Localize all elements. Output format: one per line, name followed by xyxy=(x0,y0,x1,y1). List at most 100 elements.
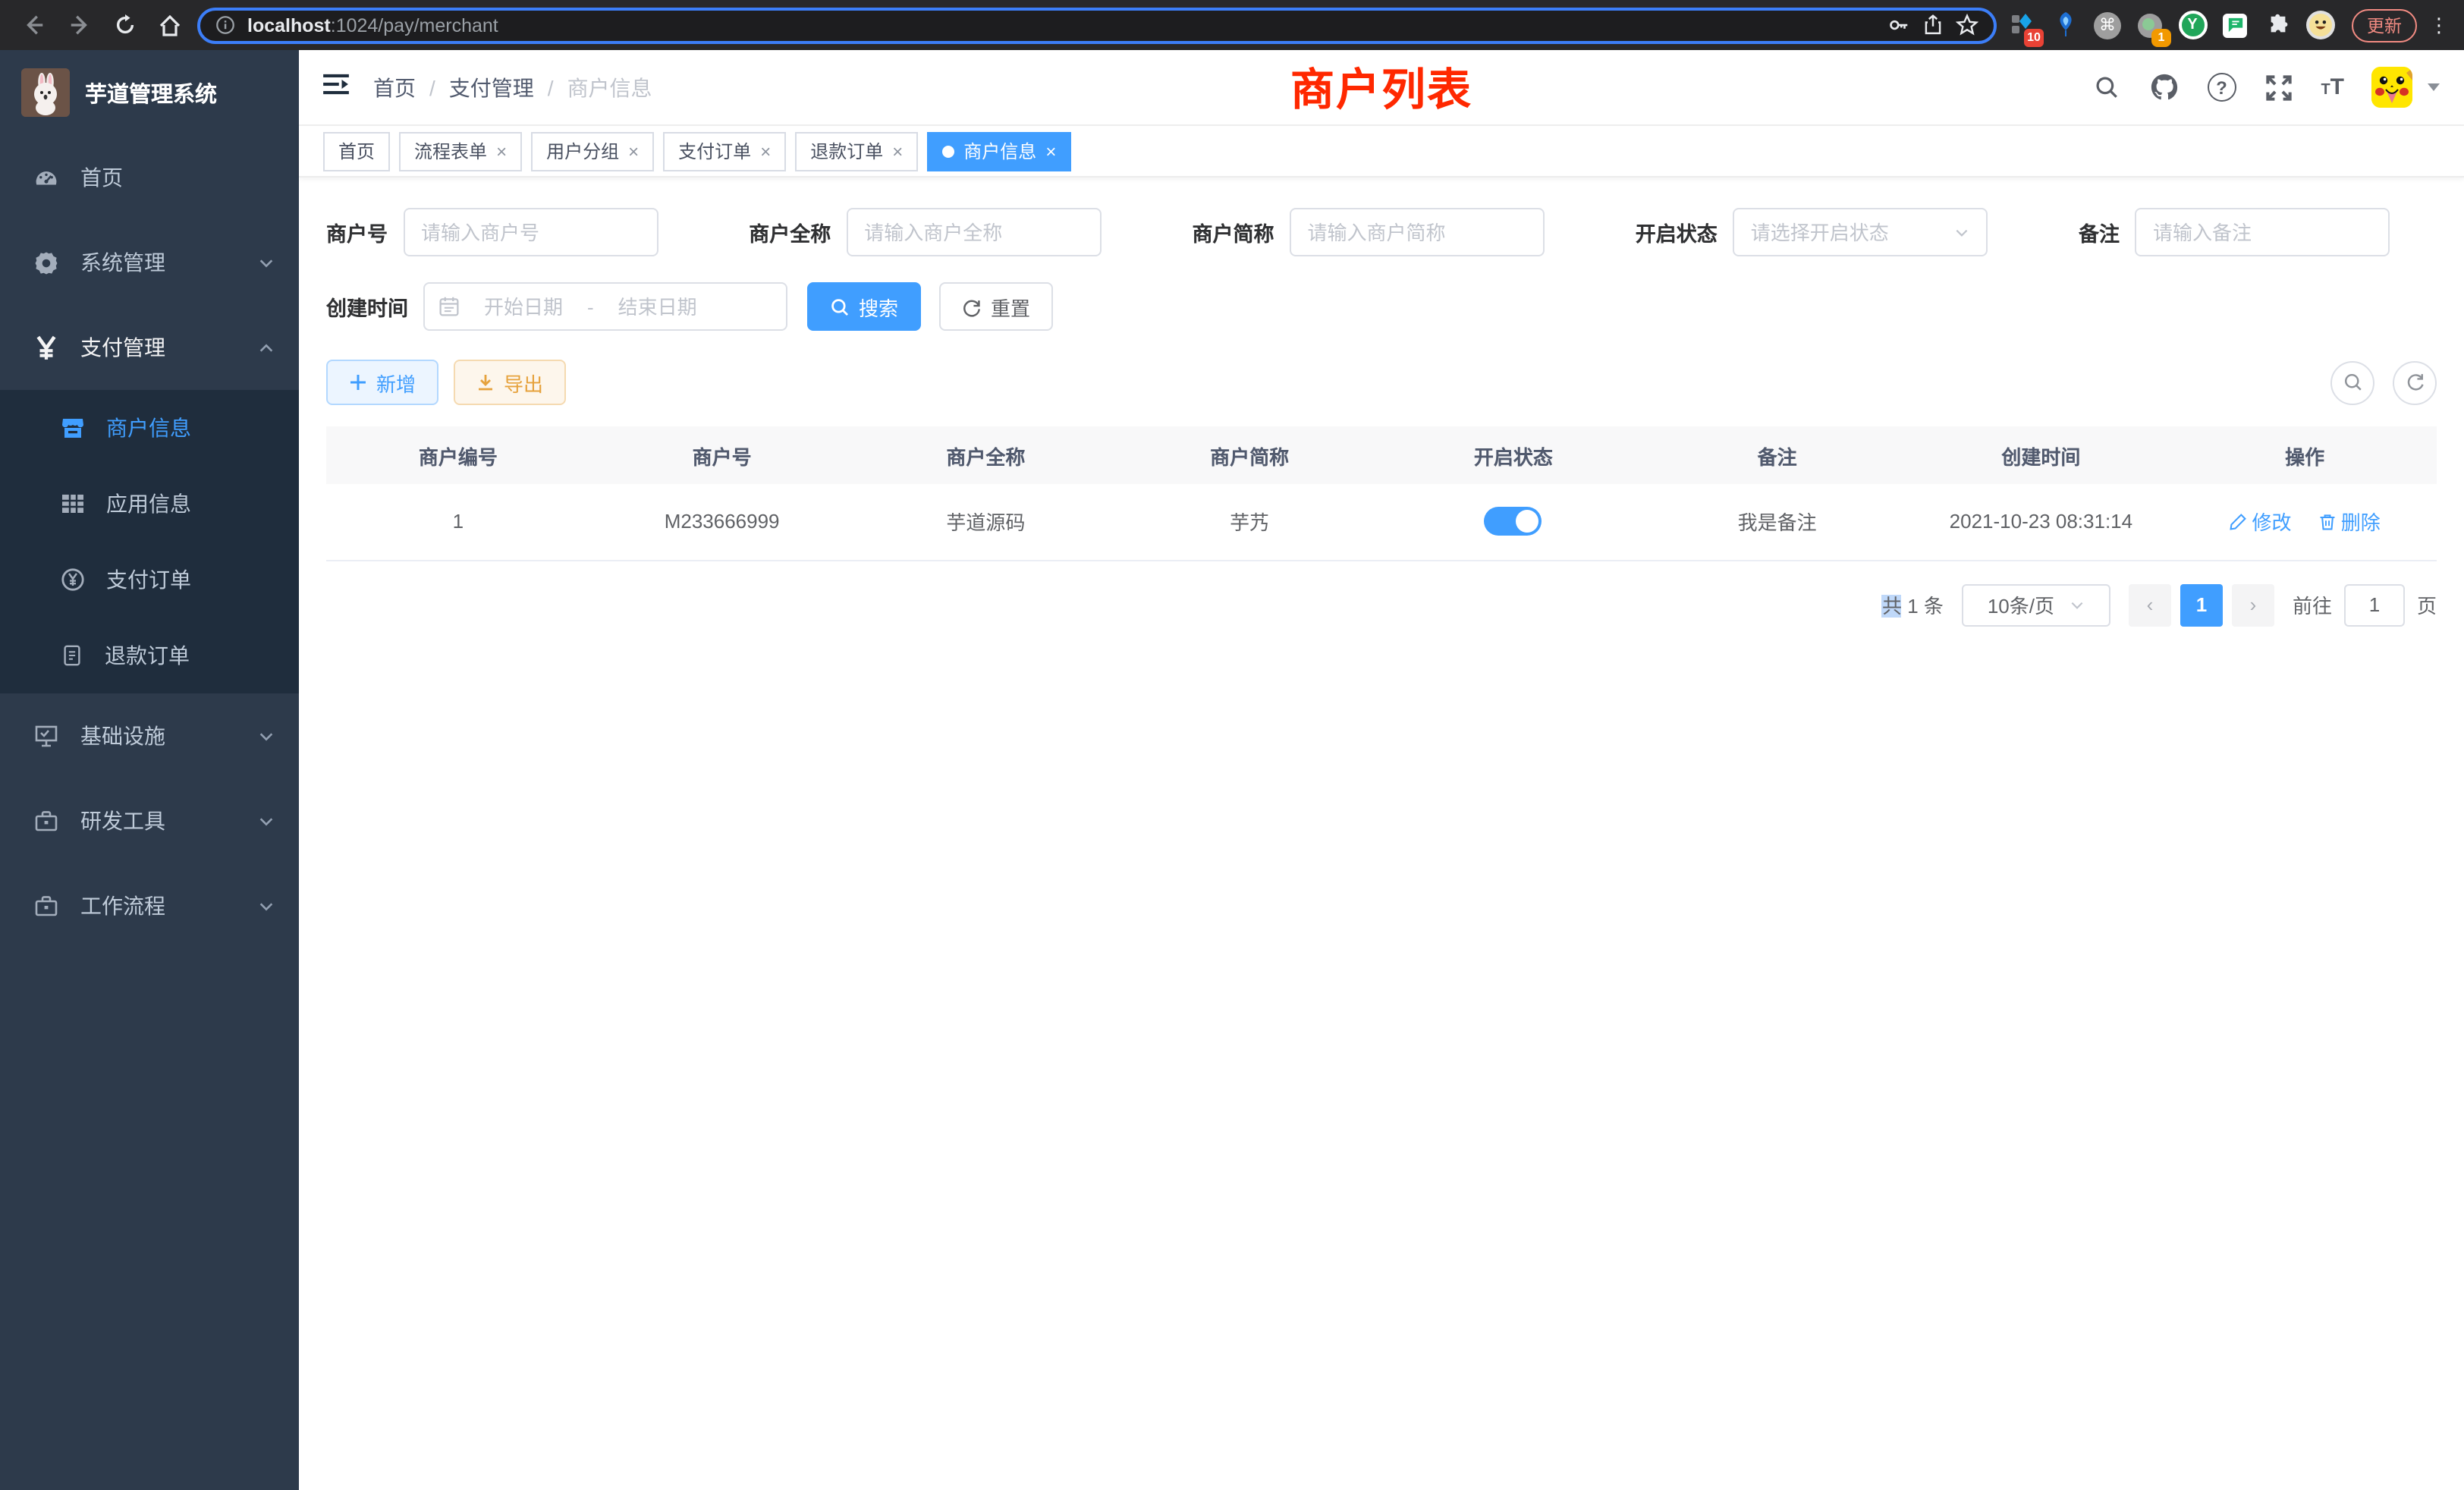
prev-page-button[interactable]: ‹ xyxy=(2129,583,2171,626)
merchant-no-input[interactable] xyxy=(421,221,640,244)
bookmark-star-icon[interactable] xyxy=(1956,14,1978,36)
tab-pay-order[interactable]: 支付订单× xyxy=(663,131,786,171)
merchant-no-label: 商户号 xyxy=(326,217,388,247)
close-icon[interactable]: × xyxy=(892,140,903,162)
short-name-label: 商户简称 xyxy=(1193,217,1274,247)
back-icon[interactable] xyxy=(15,7,52,43)
extension-kite-icon[interactable] xyxy=(2048,8,2082,42)
full-name-label: 商户全称 xyxy=(749,217,831,247)
breadcrumb: 首页 / 支付管理 / 商户信息 xyxy=(373,72,652,102)
site-info-icon[interactable] xyxy=(215,15,235,35)
close-icon[interactable]: × xyxy=(628,140,639,162)
tab-merchant-info[interactable]: 商户信息× xyxy=(927,131,1071,171)
tab-home[interactable]: 首页 xyxy=(323,131,390,171)
tab-refund-order[interactable]: 退款订单× xyxy=(795,131,918,171)
next-page-button[interactable]: › xyxy=(2232,583,2274,626)
sidebar-item-label: 应用信息 xyxy=(106,489,275,519)
short-name-input[interactable] xyxy=(1308,221,1526,244)
status-label: 开启状态 xyxy=(1636,217,1718,247)
close-icon[interactable]: × xyxy=(760,140,771,162)
merchant-page: 商户号 商户全称 商户简称 开启状态 xyxy=(299,178,2464,1490)
search-button[interactable]: 搜索 xyxy=(807,282,921,331)
app-logo[interactable]: 芋道管理系统 xyxy=(0,50,299,135)
chrome-update-button[interactable]: 更新 xyxy=(2352,8,2417,42)
yen-circle-icon xyxy=(61,567,85,592)
export-button[interactable]: 导出 xyxy=(454,360,566,405)
toggle-search-button[interactable] xyxy=(2330,360,2374,404)
extension-badge: 1 xyxy=(2151,28,2171,46)
full-name-input[interactable] xyxy=(864,221,1083,244)
grid-icon xyxy=(61,492,85,516)
pagination-total: 共 1 条 xyxy=(1882,590,1944,619)
browser-toolbar: localhost:1024/pay/merchant 10 ⌘ 1 xyxy=(0,0,2464,50)
reset-button[interactable]: 重置 xyxy=(939,282,1053,331)
forward-icon[interactable] xyxy=(61,7,97,43)
sidebar-item-system[interactable]: 系统管理 xyxy=(0,220,299,305)
sidebar-item-refund-order[interactable]: 退款订单 xyxy=(0,618,299,693)
extension-y-icon[interactable]: Y xyxy=(2176,8,2209,42)
remark-input[interactable] xyxy=(2153,221,2371,244)
page-1-button[interactable]: 1 xyxy=(2180,583,2223,626)
sidebar-item-merchant-info[interactable]: 商户信息 xyxy=(0,390,299,466)
avatar-caret-icon[interactable] xyxy=(2428,83,2440,91)
end-date-input[interactable] xyxy=(600,295,715,318)
chevron-down-icon xyxy=(258,254,275,271)
cell-merchant-id: 1 xyxy=(326,484,590,560)
chevron-down-icon xyxy=(258,897,275,914)
sidebar-item-home[interactable]: 首页 xyxy=(0,135,299,220)
goto-page-input[interactable] xyxy=(2344,583,2405,626)
home-icon[interactable] xyxy=(152,7,188,43)
tab-user-group[interactable]: 用户分组× xyxy=(531,131,654,171)
gear-icon xyxy=(33,250,59,275)
breadcrumb-pay[interactable]: 支付管理 xyxy=(449,72,534,102)
sidebar-item-devtools[interactable]: 研发工具 xyxy=(0,778,299,863)
sidebar-item-pay[interactable]: 支付管理 xyxy=(0,305,299,390)
download-icon xyxy=(476,373,495,391)
extensions-puzzle-icon[interactable] xyxy=(2261,8,2294,42)
col-full-name: 商户全称 xyxy=(854,426,1118,484)
reload-icon[interactable] xyxy=(106,7,143,43)
fullscreen-icon[interactable] xyxy=(2263,72,2293,102)
sidebar-item-pay-order[interactable]: 支付订单 xyxy=(0,542,299,618)
annotation-merchant-list: 商户列表 xyxy=(1290,55,1472,118)
profile-avatar-icon[interactable] xyxy=(2303,8,2337,42)
add-button[interactable]: 新增 xyxy=(326,360,438,405)
date-range-picker[interactable]: - xyxy=(423,282,787,331)
merchant-table: 商户编号 商户号 商户全称 商户简称 开启状态 备注 创建时间 操作 1 xyxy=(326,426,2437,561)
user-avatar[interactable] xyxy=(2371,67,2412,108)
close-icon[interactable]: × xyxy=(1045,140,1056,162)
address-bar[interactable]: localhost:1024/pay/merchant xyxy=(197,7,1997,43)
extension-recorder-icon[interactable]: 1 xyxy=(2133,8,2167,42)
sidebar-collapse-icon[interactable] xyxy=(323,72,349,102)
status-select[interactable] xyxy=(1733,208,1988,256)
tab-process-form[interactable]: 流程表单× xyxy=(399,131,522,171)
sidebar-item-app-info[interactable]: 应用信息 xyxy=(0,466,299,542)
edit-link[interactable]: 修改 xyxy=(2229,508,2291,536)
sidebar-item-label: 退款订单 xyxy=(105,640,275,671)
password-key-icon[interactable] xyxy=(1887,14,1910,36)
chevron-up-icon xyxy=(258,339,275,356)
delete-link[interactable]: 删除 xyxy=(2318,508,2381,536)
sidebar-item-workflow[interactable]: 工作流程 xyxy=(0,863,299,948)
extension-chat-icon[interactable] xyxy=(2218,8,2252,42)
close-icon[interactable]: × xyxy=(496,140,507,162)
help-icon[interactable]: ? xyxy=(2207,73,2236,102)
refresh-table-button[interactable] xyxy=(2393,360,2437,404)
sidebar-item-infra[interactable]: 基础设施 xyxy=(0,693,299,778)
col-remark: 备注 xyxy=(1645,426,1909,484)
github-icon[interactable] xyxy=(2149,72,2180,102)
share-icon[interactable] xyxy=(1922,14,1944,36)
status-toggle[interactable] xyxy=(1485,507,1542,536)
refresh-icon xyxy=(962,297,982,316)
cell-short-name: 芋艿 xyxy=(1117,484,1381,560)
sidebar-item-label: 研发工具 xyxy=(80,806,237,836)
extension-pin-icon[interactable]: 10 xyxy=(2006,8,2039,42)
sidebar-item-label: 支付订单 xyxy=(106,564,275,595)
header-search-icon[interactable] xyxy=(2092,72,2122,102)
extension-command-icon[interactable]: ⌘ xyxy=(2091,8,2124,42)
browser-menu-icon[interactable]: ⋮ xyxy=(2429,13,2449,37)
breadcrumb-home[interactable]: 首页 xyxy=(373,72,416,102)
font-size-icon[interactable]: TT xyxy=(2321,74,2344,100)
page-size-select[interactable]: 10条/页 xyxy=(1962,583,2110,626)
start-date-input[interactable] xyxy=(466,295,581,318)
